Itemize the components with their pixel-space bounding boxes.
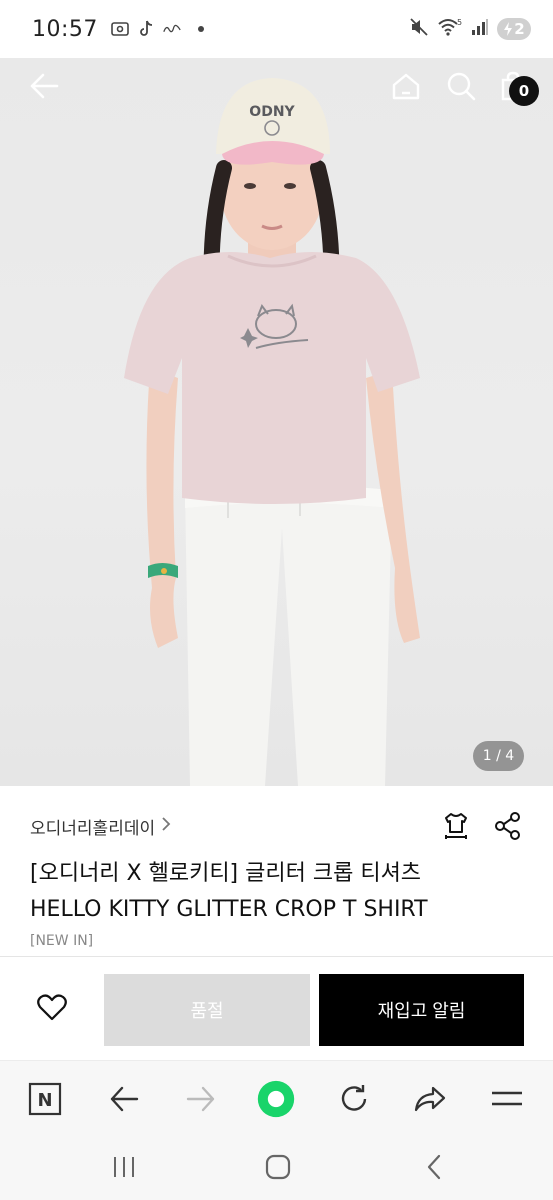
purchase-action-bar: 품절 재입고 알림	[0, 956, 553, 1060]
screenshot-icon	[110, 19, 130, 39]
back-icon[interactable]	[24, 66, 64, 106]
share-icon[interactable]	[493, 810, 523, 842]
image-page-indicator: 1 / 4	[473, 741, 524, 771]
product-title-korean: [오디너리 X 헬로키티] 글리터 크롭 티셔츠	[30, 861, 422, 886]
svg-text:ODNY: ODNY	[249, 104, 295, 120]
search-icon[interactable]	[441, 66, 481, 106]
product-title-english: HELLO KITTY GLITTER CROP T SHIRT	[30, 897, 428, 922]
cart-count-badge: 0	[509, 76, 539, 106]
arrow-right-icon[interactable]	[181, 1079, 221, 1119]
product-photo: ODNY	[124, 78, 420, 786]
recents-icon[interactable]	[104, 1150, 144, 1184]
brand-link[interactable]: 오디너리홀리데이	[30, 814, 171, 839]
forward-share-icon[interactable]	[410, 1079, 450, 1119]
naver-n-icon[interactable]: N	[25, 1079, 65, 1119]
tiktok-icon	[136, 19, 156, 39]
wifi-icon: 5	[437, 17, 463, 41]
product-image-carousel[interactable]: ODNY 0 1 / 4	[0, 58, 553, 786]
back-button-icon[interactable]	[414, 1150, 454, 1184]
svg-text:5: 5	[457, 18, 462, 27]
home-icon[interactable]	[386, 66, 426, 106]
app-notification-icon	[162, 19, 182, 39]
status-notification-icons	[110, 19, 204, 39]
battery-level: 2	[514, 20, 525, 38]
status-time: 10:57	[32, 16, 98, 42]
battery-indicator: 2	[497, 18, 531, 40]
mute-icon	[409, 17, 429, 41]
home-button-icon[interactable]	[258, 1150, 298, 1184]
system-navigation-bar	[0, 1136, 553, 1200]
status-bar: 10:57 5 2	[0, 0, 553, 58]
green-dot-icon[interactable]	[256, 1079, 296, 1119]
soldout-button[interactable]: 품절	[104, 974, 310, 1046]
svg-text:N: N	[37, 1090, 52, 1111]
size-guide-icon[interactable]	[441, 810, 471, 842]
new-in-tag: [NEW IN]	[30, 933, 94, 949]
signal-icon	[471, 18, 489, 40]
refresh-icon[interactable]	[334, 1079, 374, 1119]
menu-icon[interactable]	[487, 1079, 527, 1119]
browser-toolbar: N	[0, 1060, 553, 1136]
arrow-left-icon[interactable]	[104, 1079, 144, 1119]
product-info: 오디너리홀리데이 [오디너리 X 헬로키티] 글리터 크롭 티셔츠 HELLO …	[0, 786, 553, 956]
product-actions	[441, 810, 523, 842]
status-system-icons: 5 2	[409, 17, 531, 41]
brand-name: 오디너리홀리데이	[30, 819, 156, 839]
chevron-right-icon	[161, 816, 171, 837]
product-title: [오디너리 X 헬로키티] 글리터 크롭 티셔츠 HELLO KITTY GLI…	[30, 856, 530, 928]
more-notifications-dot	[197, 26, 204, 32]
wishlist-button[interactable]	[26, 987, 78, 1031]
heart-icon	[37, 993, 67, 1025]
restock-alert-button[interactable]: 재입고 알림	[319, 974, 524, 1046]
